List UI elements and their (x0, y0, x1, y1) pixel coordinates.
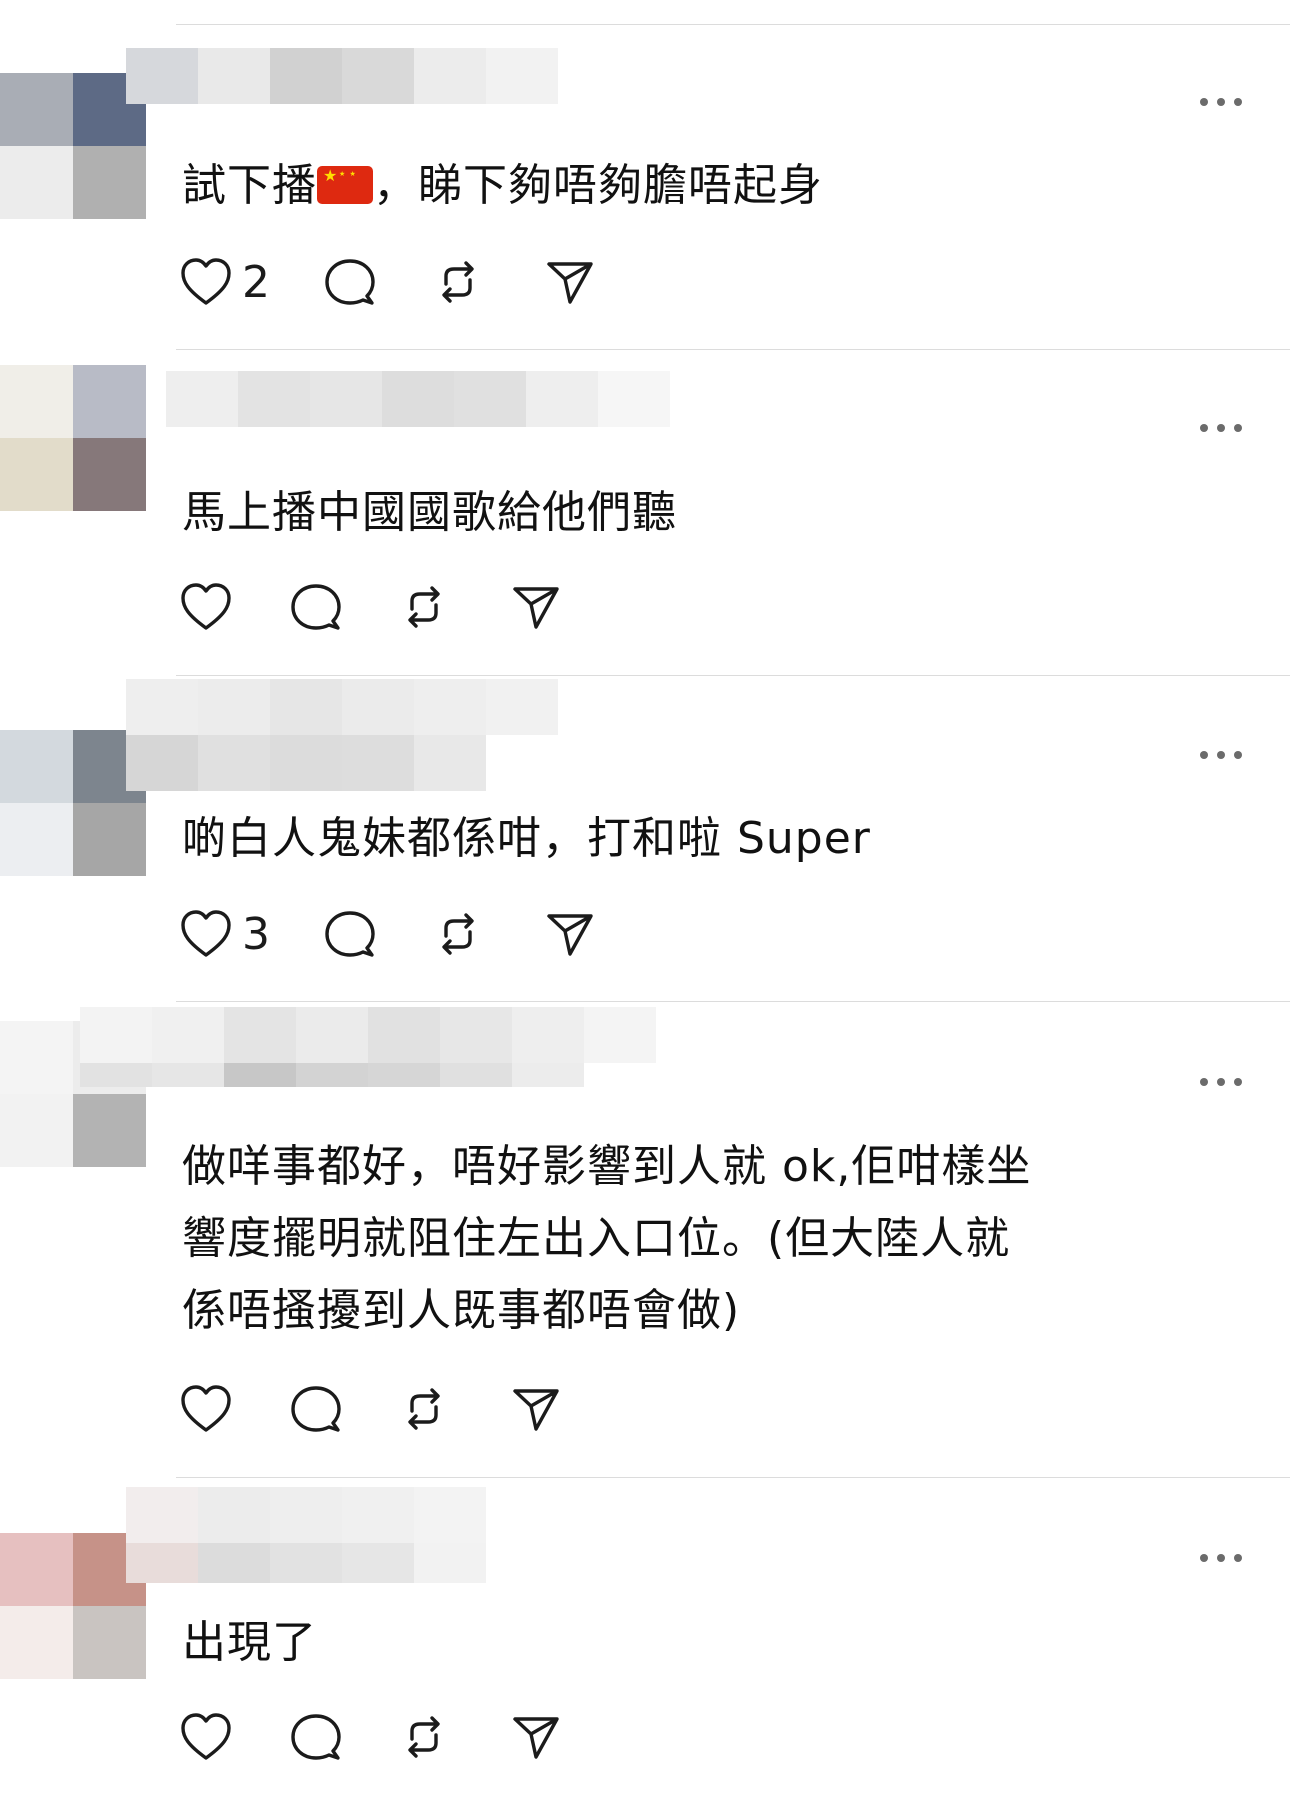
post-text: 出現了 (182, 1617, 317, 1668)
comment-icon (325, 911, 375, 957)
repost-icon (408, 1388, 440, 1430)
reply-button[interactable] (288, 577, 344, 637)
like-button[interactable]: 3 (178, 904, 270, 964)
post-text: 啲白人鬼妹都係咁，打和啦 Super (182, 813, 871, 864)
comment-icon (291, 1386, 341, 1432)
action-bar (178, 1379, 564, 1439)
more-dots-icon[interactable] (1200, 1553, 1242, 1563)
repost-button[interactable] (430, 252, 486, 312)
share-button[interactable] (508, 1707, 564, 1767)
comment-icon (291, 1714, 341, 1760)
post-text-part: ，睇下夠唔夠膽唔起身 (373, 160, 823, 211)
post-text: 做咩事都好，唔好影響到人就 ok,佢咁樣坐 響度擺明就阻住左出入口位。(但大陸人… (182, 1141, 1032, 1336)
repost-button[interactable] (396, 577, 452, 637)
username[interactable] (126, 1487, 564, 1597)
avatar[interactable] (0, 365, 146, 511)
repost-button[interactable] (396, 1379, 452, 1439)
repost-icon (442, 913, 474, 955)
like-count: 3 (242, 908, 270, 960)
more-dots-icon[interactable] (1200, 750, 1242, 760)
repost-icon (408, 1716, 440, 1758)
send-icon (513, 1717, 559, 1759)
heart-icon (181, 583, 231, 630)
like-button[interactable]: 2 (178, 252, 270, 312)
send-icon (513, 1389, 559, 1431)
username[interactable] (126, 48, 564, 104)
avatar[interactable] (0, 1533, 146, 1679)
username[interactable] (126, 679, 564, 791)
thread-post: 馬上播中國國歌給他們聽 (0, 349, 1290, 675)
like-button[interactable] (178, 1379, 242, 1439)
like-button[interactable] (178, 1707, 242, 1767)
share-button[interactable] (508, 577, 564, 637)
share-button[interactable] (542, 252, 598, 312)
like-count: 2 (242, 256, 270, 308)
reply-button[interactable] (322, 252, 378, 312)
reply-button[interactable] (322, 904, 378, 964)
username[interactable] (166, 371, 716, 427)
thread-post: 做咩事都好，唔好影響到人就 ok,佢咁樣坐 響度擺明就阻住左出入口位。(但大陸人… (0, 1001, 1290, 1477)
send-icon (547, 914, 593, 956)
repost-button[interactable] (430, 904, 486, 964)
heart-icon (181, 1713, 231, 1760)
send-icon (547, 262, 593, 304)
repost-icon (442, 261, 474, 303)
share-button[interactable] (508, 1379, 564, 1439)
avatar[interactable] (0, 730, 146, 876)
action-bar: 2 (178, 252, 598, 312)
username[interactable] (80, 1007, 740, 1111)
action-bar: 3 (178, 904, 598, 964)
repost-icon (408, 586, 440, 628)
thread-post: 試下播 ，睇下夠唔夠膽唔起身 2 (0, 0, 1290, 349)
reply-button[interactable] (288, 1707, 344, 1767)
heart-icon (181, 258, 231, 305)
share-button[interactable] (542, 904, 598, 964)
heart-icon (181, 910, 231, 957)
post-text: 馬上播中國國歌給他們聽 (182, 487, 677, 538)
china-flag-icon (317, 166, 373, 204)
more-dots-icon[interactable] (1200, 1077, 1242, 1087)
more-dots-icon[interactable] (1200, 423, 1242, 433)
comment-icon (325, 259, 375, 305)
avatar[interactable] (0, 73, 146, 219)
action-bar (178, 1707, 564, 1767)
send-icon (513, 587, 559, 629)
post-text: 試下播 ，睇下夠唔夠膽唔起身 (182, 150, 1250, 222)
action-bar (178, 577, 564, 637)
more-dots-icon[interactable] (1200, 97, 1242, 107)
comment-icon (291, 584, 341, 630)
thread-post: 啲白人鬼妹都係咁，打和啦 Super 3 (0, 675, 1290, 1001)
reply-button[interactable] (288, 1379, 344, 1439)
like-button[interactable] (178, 577, 242, 637)
post-text-part: 試下播 (182, 160, 317, 211)
thread-post: 出現了 (0, 1477, 1290, 1805)
repost-button[interactable] (396, 1707, 452, 1767)
heart-icon (181, 1385, 231, 1432)
